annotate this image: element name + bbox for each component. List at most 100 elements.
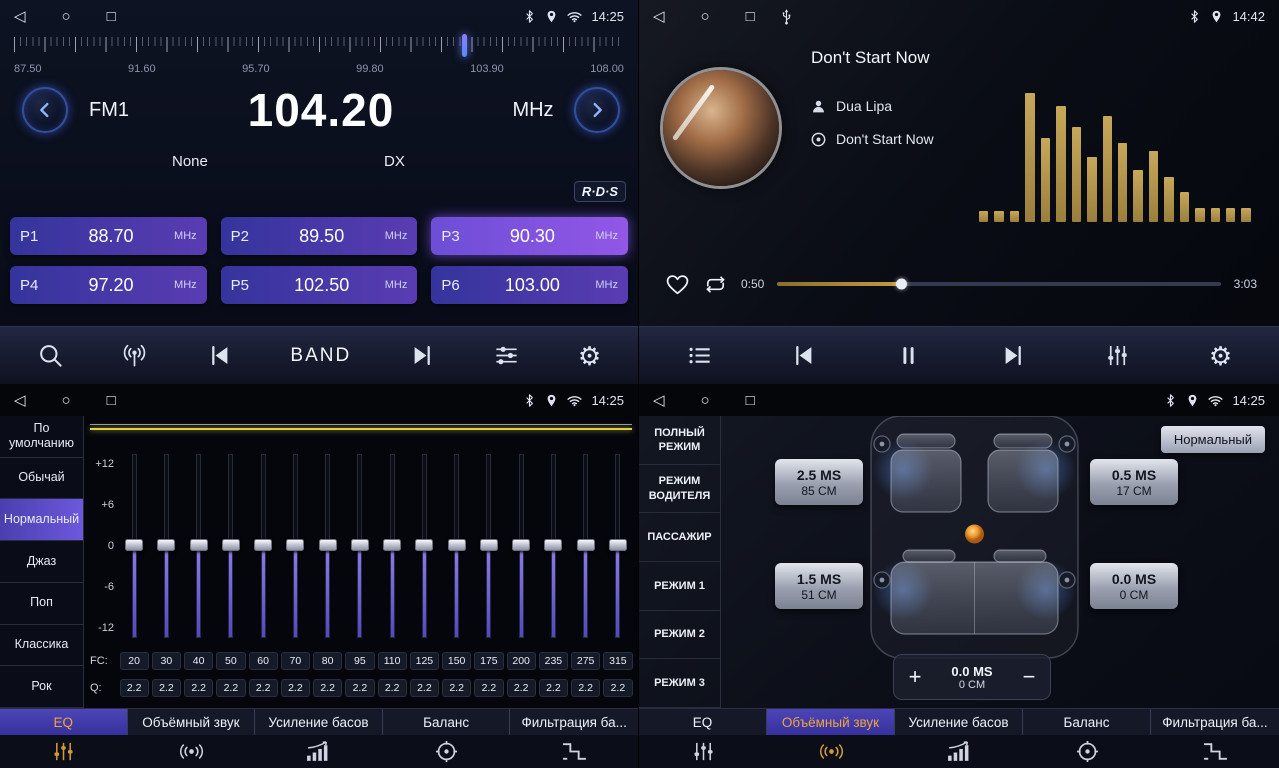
preset-button[interactable]: P2 89.50 MHz [221, 217, 418, 255]
back-button[interactable]: ◁ [653, 7, 665, 25]
frequency-scale: 87.5091.6095.7099.80103.90108.00 [14, 63, 624, 75]
sound-profile-button[interactable]: Нормальный [1161, 426, 1265, 453]
eq-preset-item[interactable]: Классика [0, 625, 83, 667]
tab-eq[interactable]: EQ [0, 709, 128, 735]
pause-icon[interactable] [895, 342, 922, 369]
tab-eq[interactable]: EQ [639, 709, 767, 735]
preset-button[interactable]: P1 88.70 MHz [10, 217, 207, 255]
band-button[interactable]: BAND [290, 345, 351, 367]
eq-icon[interactable] [690, 740, 717, 763]
eq-band-slider[interactable] [247, 454, 279, 638]
bass-boost-icon[interactable] [305, 740, 332, 763]
eq-band-slider[interactable] [408, 454, 440, 638]
equalizer-icon[interactable] [493, 342, 520, 369]
increase-delay-button[interactable]: + [894, 666, 936, 688]
eq-preset-item[interactable]: Джаз [0, 541, 83, 583]
balance-icon[interactable] [433, 740, 460, 763]
listening-mode-item[interactable]: ПАССАЖИР [639, 513, 720, 562]
broadcast-icon[interactable] [121, 342, 148, 369]
playlist-icon[interactable] [686, 342, 713, 369]
preset-button[interactable]: P5 102.50 MHz [221, 266, 418, 304]
listening-mode-item[interactable]: РЕЖИМ 3 [639, 659, 720, 708]
eq-band-slider[interactable] [505, 454, 537, 638]
home-button[interactable]: ○ [62, 8, 71, 25]
preset-button[interactable]: P4 97.20 MHz [10, 266, 207, 304]
listening-mode-item[interactable]: РЕЖИМ 2 [639, 611, 720, 660]
back-button[interactable]: ◁ [14, 7, 26, 25]
preset-button[interactable]: P6 103.00 MHz [431, 266, 628, 304]
eq-band-slider[interactable] [570, 454, 602, 638]
progress-knob[interactable] [896, 279, 907, 290]
preset-button[interactable]: P3 90.30 MHz [431, 217, 628, 255]
q-value: 2.2 [249, 679, 278, 697]
frequency-indicator[interactable] [462, 34, 467, 57]
eq-band-slider[interactable] [473, 454, 505, 638]
eq-band-slider[interactable] [118, 454, 150, 638]
surround-icon[interactable] [178, 740, 205, 763]
back-button[interactable]: ◁ [14, 391, 26, 409]
settings-icon[interactable]: ⚙ [578, 343, 601, 369]
surround-icon[interactable] [818, 740, 845, 763]
search-icon[interactable] [37, 342, 64, 369]
eq-preset-item[interactable]: Обычай [0, 458, 83, 500]
favorite-icon[interactable] [665, 273, 690, 296]
listening-mode-item[interactable]: РЕЖИМ ВОДИТЕЛЯ [639, 465, 720, 514]
eq-band-slider[interactable] [441, 454, 473, 638]
eq-preset-item[interactable]: Рок [0, 666, 83, 708]
home-button[interactable]: ○ [701, 392, 710, 409]
listening-mode-item[interactable]: ПОЛНЫЙ РЕЖИМ [639, 416, 720, 465]
recents-button[interactable]: □ [746, 8, 755, 25]
eq-band-slider[interactable] [537, 454, 569, 638]
filter-icon[interactable] [1202, 740, 1229, 763]
tab-balance[interactable]: Баланс [1023, 709, 1151, 735]
tab-filter[interactable]: Фильтрация ба... [1151, 709, 1279, 735]
next-station-icon[interactable] [409, 342, 436, 369]
eq-band-slider[interactable] [312, 454, 344, 638]
eq-preset-item[interactable]: Нормальный [0, 499, 83, 541]
filter-icon[interactable] [561, 740, 588, 763]
fc-value: 175 [474, 652, 503, 670]
listener-position-ball[interactable] [965, 525, 984, 544]
recents-button[interactable]: □ [107, 8, 116, 25]
delay-front-left-button[interactable]: 2.5 MS 85 CM [775, 459, 863, 505]
eq-band-slider[interactable] [344, 454, 376, 638]
previous-track-icon[interactable] [790, 342, 817, 369]
tab-balance[interactable]: Баланс [383, 709, 511, 735]
listening-mode-item[interactable]: РЕЖИМ 1 [639, 562, 720, 611]
back-button[interactable]: ◁ [653, 391, 665, 409]
repeat-icon[interactable] [703, 273, 728, 296]
fc-value: 315 [603, 652, 632, 670]
eq-band-slider[interactable] [215, 454, 247, 638]
seek-up-button[interactable] [574, 87, 620, 133]
tab-surround[interactable]: Объёмный звук [767, 709, 895, 735]
bass-boost-icon[interactable] [946, 740, 973, 763]
delay-front-right-button[interactable]: 0.5 MS 17 CM [1090, 459, 1178, 505]
eq-band-slider[interactable] [376, 454, 408, 638]
recents-button[interactable]: □ [746, 392, 755, 409]
next-track-icon[interactable] [1000, 342, 1027, 369]
equalizer-icon[interactable] [1104, 342, 1131, 369]
eq-preset-item[interactable]: Поп [0, 583, 83, 625]
tab-filter[interactable]: Фильтрация ба... [510, 709, 638, 735]
home-button[interactable]: ○ [701, 8, 710, 25]
tab-surround[interactable]: Объёмный звук [128, 709, 256, 735]
eq-band-slider[interactable] [279, 454, 311, 638]
delay-rear-left-button[interactable]: 1.5 MS 51 CM [775, 563, 863, 609]
progress-bar[interactable] [777, 282, 1220, 286]
eq-band-slider[interactable] [150, 454, 182, 638]
eq-icon[interactable] [50, 740, 77, 763]
eq-band-slider[interactable] [602, 454, 634, 638]
home-button[interactable]: ○ [62, 392, 71, 409]
eq-preset-item[interactable]: По умолчанию [0, 416, 83, 458]
eq-band-slider[interactable] [183, 454, 215, 638]
recents-button[interactable]: □ [107, 392, 116, 409]
tab-bass-boost[interactable]: Усиление басов [895, 709, 1023, 735]
settings-icon[interactable]: ⚙ [1209, 343, 1232, 369]
frequency-ruler[interactable] [14, 37, 624, 59]
decrease-delay-button[interactable]: − [1008, 666, 1050, 688]
balance-icon[interactable] [1074, 740, 1101, 763]
tab-bass-boost[interactable]: Усиление басов [255, 709, 383, 735]
delay-rear-right-button[interactable]: 0.0 MS 0 CM [1090, 563, 1178, 609]
seek-down-button[interactable] [22, 87, 68, 133]
previous-station-icon[interactable] [206, 342, 233, 369]
